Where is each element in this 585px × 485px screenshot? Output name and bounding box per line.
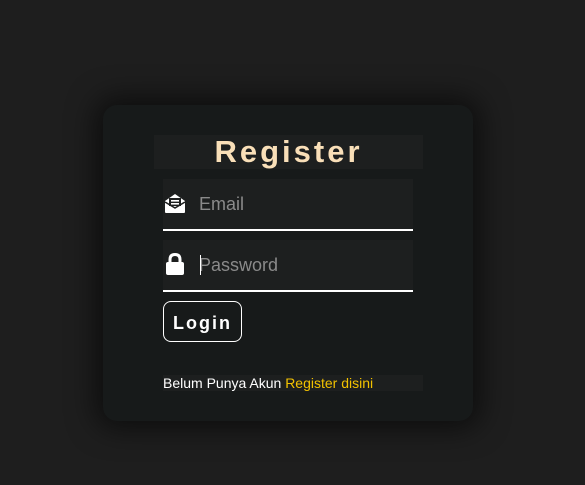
- title-box: Register: [154, 135, 423, 169]
- register-link[interactable]: Register disini: [285, 375, 373, 391]
- register-prompt-text: Belum Punya Akun: [163, 375, 282, 391]
- page-title: Register: [214, 134, 363, 169]
- password-field[interactable]: [163, 240, 413, 292]
- email-input[interactable]: [199, 187, 404, 221]
- lock-icon: [166, 252, 184, 275]
- envelope-open-icon: [164, 194, 186, 213]
- email-field[interactable]: [163, 179, 413, 231]
- login-button[interactable]: Login: [163, 301, 242, 342]
- password-input[interactable]: [199, 248, 404, 282]
- register-prompt: Belum Punya Akun Register disini: [163, 373, 373, 393]
- text-cursor: [200, 255, 201, 275]
- register-card: Register Login Belum Punya Akun Register…: [103, 105, 473, 421]
